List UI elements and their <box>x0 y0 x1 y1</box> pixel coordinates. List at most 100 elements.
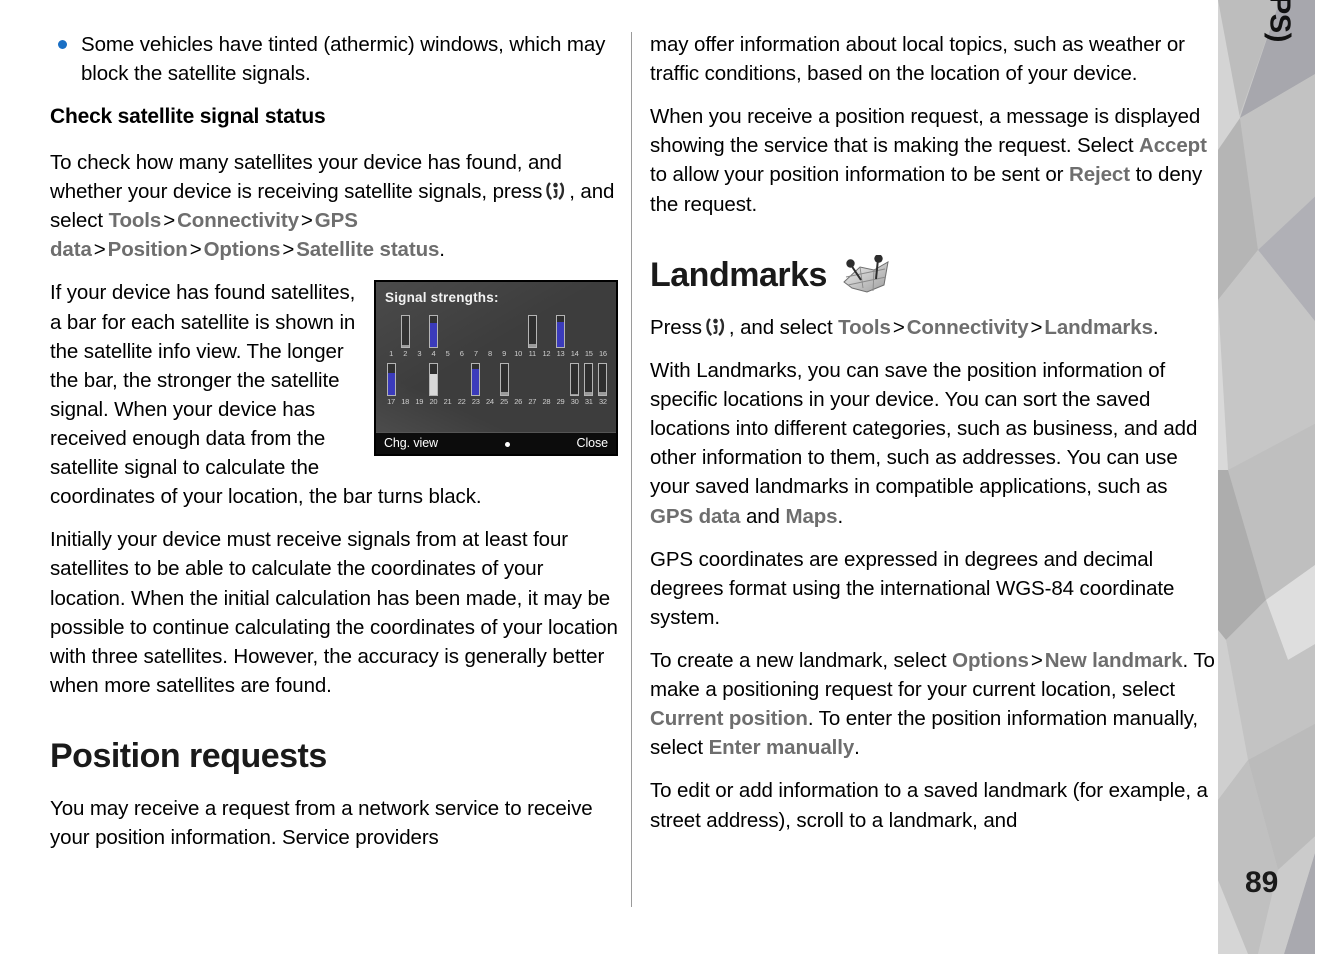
arrow-separator: > <box>93 238 106 262</box>
text-run: to allow your position information to be… <box>650 163 1064 187</box>
signal-bar <box>471 315 480 348</box>
signal-bar-label: 23 <box>471 397 480 407</box>
screenshot-title: Signal strengths: <box>385 290 499 306</box>
arrow-separator: > <box>1030 649 1043 673</box>
signal-bar-label: 7 <box>473 349 478 359</box>
signal-bar-label: 10 <box>514 349 523 359</box>
page-number: 89 <box>1245 866 1279 899</box>
signal-bars-row-1: 1 2 3 4 5 6 7 8 9 10 11 12 13 14 15 16 <box>384 312 610 358</box>
signal-bar-fill <box>500 392 508 396</box>
ui-term-current-position: Current position <box>650 707 808 731</box>
signal-bar <box>485 363 494 396</box>
ui-term-accept: Accept <box>1139 134 1207 158</box>
signal-bar-cell: 15 <box>582 312 596 358</box>
text-run: Press <box>650 315 702 339</box>
signal-bar-label: 2 <box>403 349 408 359</box>
signal-bar-cell: 4 <box>426 312 440 358</box>
ui-term-options: Options <box>203 238 281 262</box>
signal-bar-label: 20 <box>429 397 438 407</box>
menu-key-icon <box>705 316 726 338</box>
paragraph-with-landmarks: With Landmarks, you can save the positio… <box>650 356 1215 531</box>
signal-bar-cell: 20 <box>426 360 440 406</box>
ui-term-position: Position <box>107 238 188 262</box>
text-run: To check how many satellites your device… <box>50 151 562 204</box>
paragraph-gps-coordinates: GPS coordinates are expressed in degrees… <box>650 547 1175 629</box>
signal-bar <box>542 363 551 396</box>
softkey-center-dot-icon[interactable] <box>438 435 577 453</box>
signal-bar-cell: 13 <box>554 312 568 358</box>
signal-bar-label: 24 <box>485 397 494 407</box>
signal-bars-row-2: 17 18 19 20 21 22 23 24 25 26 27 28 29 30 31 32 <box>384 360 610 406</box>
heading-check-satellite-signal-status: Check satellite signal status <box>50 105 326 129</box>
signal-bar-cell: 18 <box>398 360 412 406</box>
signal-bar-cell: 29 <box>554 360 568 406</box>
paragraph-create-landmark: To create a new landmark, select Options… <box>650 646 1215 762</box>
signal-bar-label: 22 <box>457 397 466 407</box>
signal-bar-cell: 2 <box>398 312 412 358</box>
paragraph-when-you-receive: When you receive a position request, a m… <box>650 102 1215 218</box>
signal-bar <box>457 315 466 348</box>
ui-term-reject: Reject <box>1069 163 1130 187</box>
signal-bar-label: 8 <box>487 349 492 359</box>
softkey-close[interactable]: Close <box>577 435 609 453</box>
paragraph-check-satellites: To check how many satellites your device… <box>50 151 615 262</box>
signal-bar-cell: 21 <box>441 360 455 406</box>
signal-bar-fill <box>429 323 437 348</box>
arrow-separator: > <box>1030 315 1043 339</box>
chapter-side-tab: Positioning (GPS) 89 <box>1218 0 1322 954</box>
bullet-text: Some vehicles have tinted (athermic) win… <box>81 33 606 86</box>
signal-bar-fill <box>571 393 579 396</box>
signal-bar-fill <box>429 373 437 396</box>
paragraph-may-offer: may offer information about local topics… <box>650 33 1185 86</box>
signal-bar-cell: 8 <box>483 312 497 358</box>
arrow-separator: > <box>300 209 313 233</box>
signal-bar-cell: 10 <box>511 312 525 358</box>
signal-bar-fill <box>599 392 607 396</box>
signal-bar-cell: 31 <box>582 360 596 406</box>
signal-bar <box>584 315 593 348</box>
signal-bar-cell: 32 <box>596 360 610 406</box>
signal-bar-label: 19 <box>415 397 424 407</box>
signal-bar <box>527 315 537 349</box>
signal-bar-label: 9 <box>502 349 507 359</box>
signal-bar-cell: 9 <box>497 312 511 358</box>
signal-bar <box>499 363 509 397</box>
text-run: , and select <box>728 315 833 339</box>
signal-bar-label: 18 <box>401 397 410 407</box>
signal-bar <box>386 363 396 397</box>
ui-term-tools: Tools <box>108 209 162 233</box>
signal-bar-cell: 30 <box>568 360 582 406</box>
signal-bar-label: 16 <box>598 349 607 359</box>
signal-bar-label: 21 <box>443 397 452 407</box>
signal-bar-fill <box>472 368 480 396</box>
signal-bar-cell: 1 <box>384 312 398 358</box>
text-run: With Landmarks, you can save the positio… <box>650 359 1198 499</box>
arrow-separator: > <box>282 238 295 262</box>
signal-bar-cell: 26 <box>511 360 525 406</box>
signal-bar-cell: 19 <box>412 360 426 406</box>
paragraph-press-landmarks: Press, and select Tools>Connectivity>Lan… <box>650 315 1159 339</box>
softkey-change-view[interactable]: Chg. view <box>384 435 438 453</box>
signal-bar <box>387 315 396 348</box>
signal-bar <box>500 315 509 348</box>
side-tab-pattern <box>1218 0 1322 954</box>
signal-bar <box>428 363 438 397</box>
ui-term-connectivity: Connectivity <box>177 209 299 233</box>
side-tab-edge <box>1315 0 1322 954</box>
signal-bar-fill <box>585 391 593 396</box>
ui-term-enter-manually: Enter manually <box>708 736 855 760</box>
signal-bar-fill <box>401 345 409 348</box>
signal-bar-label: 26 <box>514 397 523 407</box>
signal-bar <box>401 363 410 396</box>
signal-bar <box>598 363 608 397</box>
signal-bar-label: 13 <box>556 349 565 359</box>
ui-term-tools: Tools <box>838 315 891 339</box>
signal-bar <box>415 363 424 396</box>
signal-bar-label: 25 <box>500 397 509 407</box>
arrow-separator: > <box>892 315 905 339</box>
signal-bar-label: 28 <box>542 397 551 407</box>
bullet-list: Some vehicles have tinted (athermic) win… <box>50 30 618 88</box>
signal-bar-label: 31 <box>584 397 593 407</box>
text-run: . <box>854 736 860 760</box>
device-screenshot: Signal strengths: 1 2 3 4 5 6 7 8 9 10 11 12 13 14 15 1… <box>374 280 618 457</box>
